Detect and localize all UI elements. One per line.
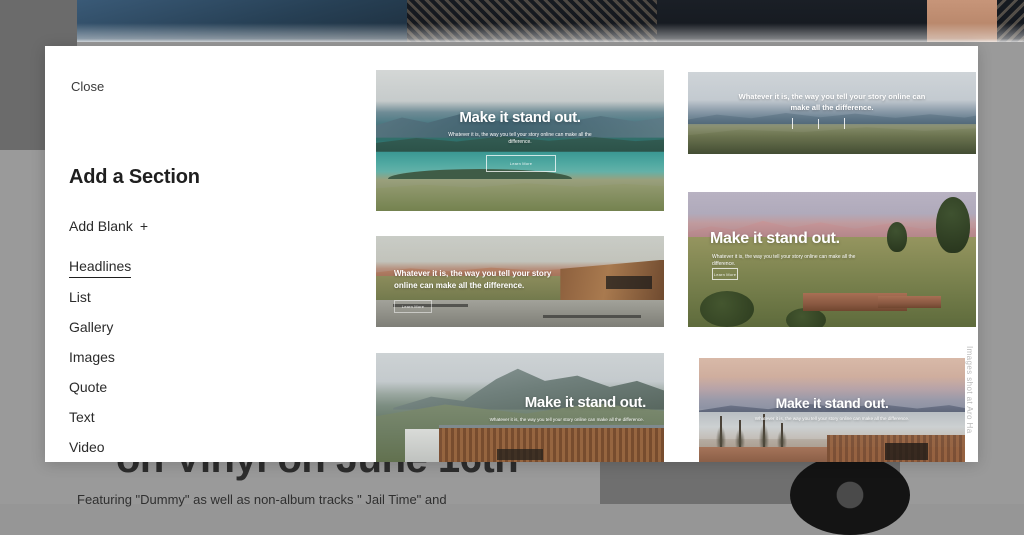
panel-title: Add a Section (69, 166, 200, 189)
section-template-grid: Make it stand out. Whatever it is, the w… (331, 46, 978, 462)
card-cta-button[interactable]: Learn More (394, 300, 432, 313)
card-subtitle: Whatever it is, the way you tell your st… (712, 254, 876, 269)
card-subtitle: Whatever it is, the way you tell your st… (736, 92, 928, 114)
sidebar-item-text[interactable]: Text (69, 402, 95, 432)
photo-white-shed (405, 429, 442, 462)
section-template-card[interactable]: Make it stand out. Whatever it is, the w… (376, 353, 664, 462)
add-section-modal: Close Add a Section Add Blank + Headlines… (45, 46, 978, 462)
sidebar-item-label: Video (69, 439, 105, 455)
photo-building-opening (885, 443, 928, 460)
wind-turbine-icon (844, 118, 845, 129)
photo-timber-shed (439, 425, 664, 462)
sidebar-item-label: List (69, 289, 91, 305)
image-credit-label: Images shot at Aro Ha (965, 346, 974, 434)
section-type-nav: Headlines List Gallery Images Quote Text… (69, 251, 299, 462)
card-title: Make it stand out. (710, 230, 976, 248)
section-template-card[interactable]: Make it stand out. Whatever it is, the w… (376, 70, 664, 211)
photo-shed-door (497, 449, 543, 460)
card-title: Make it stand out. (376, 110, 664, 127)
photo-barn (878, 296, 941, 308)
wind-turbine-icon (818, 119, 819, 130)
sidebar-item-label: Headlines (69, 258, 131, 274)
card-cta-button[interactable]: Learn More (486, 155, 556, 172)
photo-building-window (606, 276, 652, 289)
card-cta-button[interactable]: Learn More (712, 268, 738, 280)
close-button[interactable]: Close (71, 79, 104, 94)
background-body-text: Featuring "Dummy" as well as non-album t… (77, 492, 447, 507)
sidebar-item-quote[interactable]: Quote (69, 372, 107, 402)
section-template-card[interactable]: Make it stand out. Whatever it is, the w… (688, 192, 976, 327)
card-title: Make it stand out. (376, 395, 646, 412)
sidebar-item-label: Text (69, 409, 95, 425)
sidebar-item-images[interactable]: Images (69, 342, 115, 372)
photo-bush (786, 308, 826, 327)
modal-sidebar: Close Add a Section Add Blank + Headlines… (45, 46, 331, 462)
card-subtitle: Whatever it is, the way you tell your st… (470, 417, 644, 424)
photo-bench (543, 315, 641, 318)
photo-shore-layer (376, 174, 664, 211)
add-blank-label: Add Blank (69, 218, 133, 234)
sidebar-item-gallery[interactable]: Gallery (69, 312, 113, 342)
photo-pine-tree (739, 420, 741, 447)
photo-bush (700, 291, 754, 327)
card-title: Make it stand out. (699, 396, 965, 411)
sidebar-item-list[interactable]: List (69, 282, 91, 312)
photo-pine-tree (781, 423, 783, 448)
wind-turbine-icon (792, 118, 793, 129)
section-template-card[interactable]: Whatever it is, the way you tell your st… (376, 236, 664, 327)
sidebar-item-label: Gallery (69, 319, 113, 335)
sidebar-item-headlines[interactable]: Headlines (69, 251, 131, 278)
band-photo-fade (77, 0, 1024, 42)
photo-ridge-layer (688, 123, 976, 154)
photo-pine-tree (720, 416, 722, 447)
card-subtitle: Whatever it is, the way you tell your st… (440, 132, 600, 147)
card-subtitle: Whatever it is, the way you tell your st… (739, 416, 925, 423)
background-band-photo (77, 0, 1024, 42)
card-subtitle: Whatever it is, the way you tell your st… (394, 268, 564, 291)
sidebar-item-label: Quote (69, 379, 107, 395)
plus-icon: + (140, 218, 148, 234)
section-template-card[interactable]: Make it stand out. Whatever it is, the w… (699, 358, 965, 462)
add-blank-button[interactable]: Add Blank + (69, 218, 148, 234)
vinyl-record-icon (790, 455, 910, 535)
sidebar-item-label: Images (69, 349, 115, 365)
sidebar-item-video[interactable]: Video (69, 432, 105, 462)
section-template-card[interactable]: Whatever it is, the way you tell your st… (688, 72, 976, 154)
